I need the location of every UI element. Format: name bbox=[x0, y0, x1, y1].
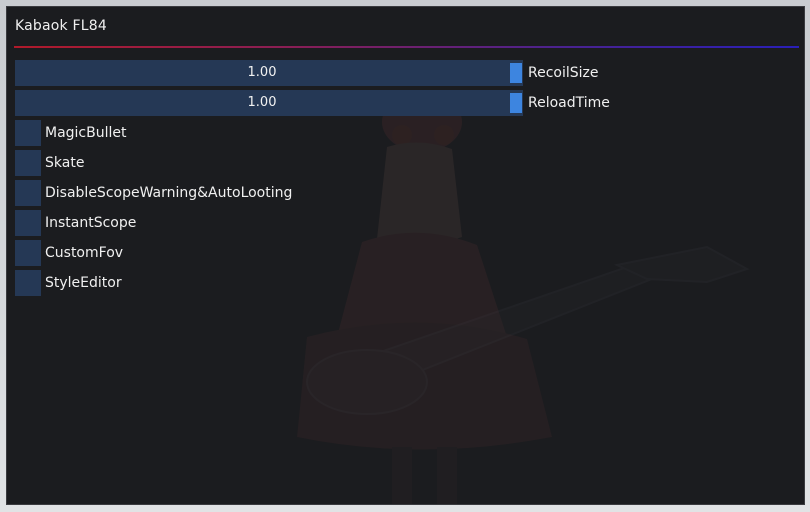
checkbox-magic-bullet[interactable] bbox=[15, 120, 41, 146]
title-bar[interactable]: Kabaok FL84 bbox=[7, 7, 804, 45]
slider-grab-handle[interactable] bbox=[510, 93, 522, 113]
checkbox-label: StyleEditor bbox=[45, 275, 122, 291]
slider-value: 1.00 bbox=[247, 95, 277, 110]
slider-grab-handle[interactable] bbox=[510, 63, 522, 83]
checkbox-style-editor[interactable] bbox=[15, 270, 41, 296]
checkbox-label: InstantScope bbox=[45, 215, 137, 231]
checkbox-label: CustomFov bbox=[45, 245, 124, 261]
checkbox-skate[interactable] bbox=[15, 150, 41, 176]
slider-label: ReloadTime bbox=[528, 95, 610, 111]
window-title: Kabaok FL84 bbox=[15, 18, 107, 34]
slider-label: RecoilSize bbox=[528, 65, 599, 81]
slider-track[interactable]: 1.00 bbox=[15, 90, 523, 116]
checkbox-label: MagicBullet bbox=[45, 125, 127, 141]
checkbox-instant-scope[interactable] bbox=[15, 210, 41, 236]
checkbox-label: Skate bbox=[45, 155, 85, 171]
title-separator bbox=[14, 46, 799, 48]
slider-value: 1.00 bbox=[247, 65, 277, 80]
checkbox-disable-scope-warning[interactable] bbox=[15, 180, 41, 206]
checkbox-custom-fov[interactable] bbox=[15, 240, 41, 266]
cheat-menu-window[interactable]: Kabaok FL84 1.00 RecoilSize 1.00 ReloadT… bbox=[6, 6, 805, 505]
checkbox-label: DisableScopeWarning&AutoLooting bbox=[45, 185, 293, 201]
slider-track[interactable]: 1.00 bbox=[15, 60, 523, 86]
